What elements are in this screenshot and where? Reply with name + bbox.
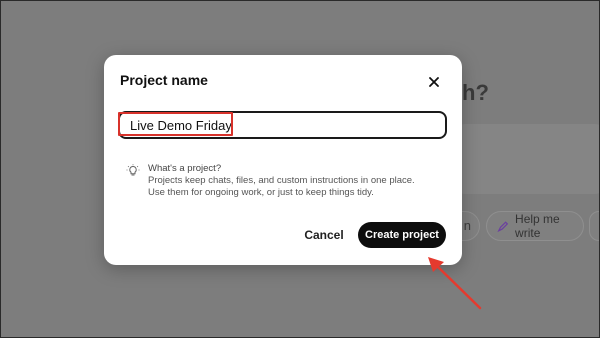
background-heading: h? (462, 80, 489, 105)
cancel-button[interactable]: Cancel (300, 225, 348, 245)
hint-title: What's a project? (148, 163, 222, 174)
project-name-dialog: Project name What's a project? Projects … (104, 55, 462, 265)
hint-body: Projects keep chats, files, and custom i… (148, 175, 415, 198)
background-input-card (455, 124, 600, 194)
help-me-write-label: Help me write (515, 212, 560, 240)
close-button[interactable] (424, 72, 444, 92)
background-chip-partial-label: n (463, 218, 471, 233)
project-name-input[interactable] (122, 114, 427, 136)
pen-icon (497, 220, 509, 232)
close-icon (429, 77, 439, 87)
hint-text: What's a project? Projects keep chats, f… (148, 163, 426, 199)
dialog-title: Project name (120, 72, 208, 88)
project-hint: What's a project? Projects keep chats, f… (126, 163, 426, 199)
help-me-write-chip[interactable]: Help me write (486, 211, 584, 241)
annotation-arrow (428, 257, 482, 310)
project-name-field[interactable] (118, 111, 447, 139)
lightbulb-icon (126, 164, 140, 176)
background-chip-right[interactable] (589, 211, 600, 241)
